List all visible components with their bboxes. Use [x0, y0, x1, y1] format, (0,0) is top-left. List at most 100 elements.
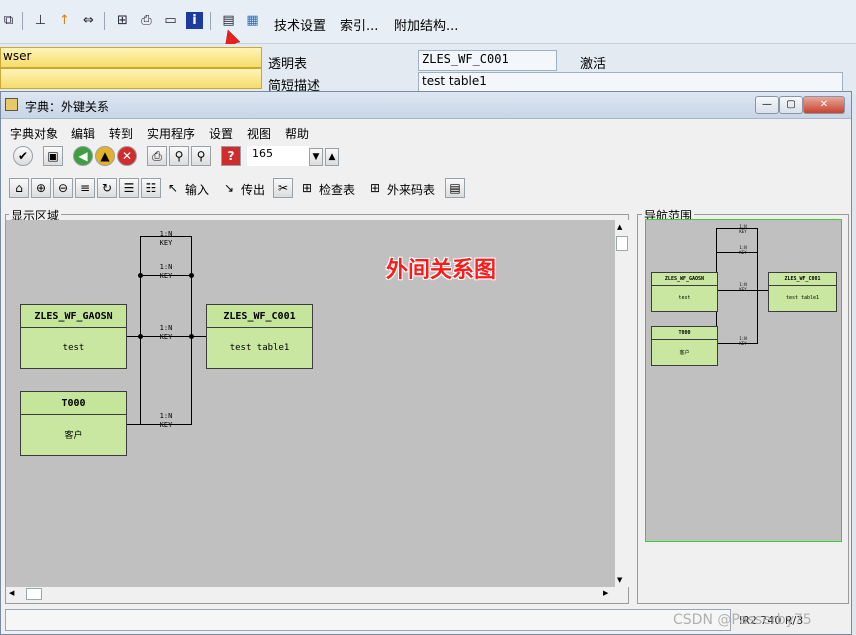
- connector-dot: [189, 273, 194, 278]
- menu-dictionary-object[interactable]: 字典对象: [10, 125, 58, 142]
- relation-label: 1:N KEY: [155, 324, 177, 342]
- relation-label: 1:N KEY: [155, 412, 177, 430]
- minimize-button[interactable]: —: [755, 96, 779, 114]
- back-icon[interactable]: ◀: [73, 146, 93, 166]
- table-node[interactable]: ZLES_WF_GAOSN test: [20, 304, 127, 369]
- relation-key: KEY: [159, 239, 173, 247]
- horizontal-scroll-thumb[interactable]: [26, 588, 42, 600]
- input-arrow-icon[interactable]: ↖: [163, 178, 183, 198]
- close-button[interactable]: ✕: [803, 96, 845, 114]
- output-button-label[interactable]: 传出: [241, 181, 265, 198]
- connector-line: [191, 236, 192, 276]
- table-name-field[interactable]: ZLES_WF_C001: [418, 50, 557, 71]
- check-table-button-label[interactable]: 检查表: [319, 181, 355, 198]
- navigate-icon[interactable]: ⇔: [80, 12, 97, 29]
- info-icon[interactable]: i: [186, 12, 203, 29]
- relation-key: KEY: [159, 421, 173, 429]
- app-toolbar: ⧉ ⊥ ↑ ⇔ ⊞ ⎙ ▭ i ▤ ▦ 技术设置 索引... 附加结构...: [0, 0, 856, 44]
- relation-key: KEY: [739, 287, 747, 292]
- short-desc-field[interactable]: test table1: [418, 72, 843, 93]
- menu-help[interactable]: 帮助: [285, 125, 309, 142]
- connector-trunk: [140, 236, 141, 425]
- relation-card: 1:N: [159, 412, 173, 420]
- foreign-key-table-icon[interactable]: ⊞: [365, 178, 385, 198]
- refresh-icon[interactable]: ↻: [97, 178, 117, 198]
- print-icon[interactable]: ⎙: [147, 146, 167, 166]
- tree-icon[interactable]: ⊞: [114, 12, 131, 29]
- menu-view[interactable]: 视图: [247, 125, 271, 142]
- mini-connector: [757, 228, 758, 343]
- menu-edit[interactable]: 编辑: [71, 125, 95, 142]
- status-bar: IR2 740 R/3 CSDN @Passerby75: [1, 606, 851, 634]
- left-field-1[interactable]: wser: [0, 47, 262, 68]
- dialog-menubar: 字典对象 编辑 转到 实用程序 设置 视图 帮助: [1, 120, 851, 142]
- zoom-input[interactable]: 165: [247, 146, 309, 166]
- table-node-name: ZLES_WF_GAOSN: [21, 305, 126, 328]
- menu-technical-settings[interactable]: 技术设置: [274, 15, 326, 34]
- table-icon[interactable]: ▦: [244, 12, 261, 29]
- details-icon[interactable]: ▤: [445, 178, 465, 198]
- zoom-in-icon[interactable]: ⊕: [31, 178, 51, 198]
- zoom-out-icon[interactable]: ⊖: [53, 178, 73, 198]
- mini-relation-label: 1:N KEY: [737, 245, 749, 255]
- vertical-scrollbar[interactable]: ▲ ▼: [615, 220, 629, 587]
- menu-goto[interactable]: 转到: [109, 125, 133, 142]
- menu-settings[interactable]: 设置: [209, 125, 233, 142]
- layout-icon[interactable]: ≡: [75, 178, 95, 198]
- menu-utilities[interactable]: 实用程序: [147, 125, 195, 142]
- list-icon[interactable]: ☷: [141, 178, 161, 198]
- scroll-left-icon[interactable]: ◀: [9, 589, 14, 597]
- save-icon[interactable]: ▣: [43, 146, 63, 166]
- dialog-toolbar-1: ✔ ▣ ◀ ▲ ✕ ⎙ ⚲ ⚲ ? 165 ▼ ▲: [1, 144, 851, 172]
- dialog-titlebar: 字典：外键关系 — ▢ ✕: [1, 92, 851, 119]
- other-object-icon[interactable]: ⧉: [0, 12, 17, 29]
- where-used-icon[interactable]: ↑: [56, 12, 73, 29]
- toolbar-separator: [104, 12, 105, 30]
- check-table-icon[interactable]: ⊞: [297, 178, 317, 198]
- relation-card: 1:N: [159, 230, 173, 238]
- zoom-up-icon[interactable]: ▲: [325, 148, 339, 166]
- foreign-key-table-button-label[interactable]: 外来码表: [387, 181, 435, 198]
- display-canvas[interactable]: 1:N KEY 1:N KEY 1:N KEY 1:N KEY ZLES_WF_GAOS…: [6, 220, 615, 587]
- cut-icon[interactable]: ✂: [273, 178, 293, 198]
- menu-append-structure[interactable]: 附加结构...: [394, 15, 458, 34]
- legend-icon[interactable]: ☰: [119, 178, 139, 198]
- mini-node-desc: 客户: [679, 349, 690, 356]
- sap-window-icon: [5, 98, 18, 111]
- status-message-field: [5, 609, 731, 631]
- zoom-dropdown-icon[interactable]: ▼: [309, 148, 323, 166]
- output-arrow-icon[interactable]: ↘: [219, 178, 239, 198]
- scroll-down-icon[interactable]: ▼: [617, 576, 622, 584]
- overview-icon[interactable]: ⌂: [9, 178, 29, 198]
- menu-indexes[interactable]: 索引...: [340, 15, 378, 34]
- mini-node-desc: test table1: [785, 295, 820, 301]
- print-icon[interactable]: ⎙: [138, 12, 155, 29]
- dialog-title: 字典：外键关系: [25, 100, 110, 114]
- scroll-right-icon[interactable]: ▶: [603, 589, 608, 597]
- horizontal-scrollbar[interactable]: ◀ ▶: [6, 587, 615, 601]
- maximize-button[interactable]: ▢: [779, 96, 803, 114]
- hierarchy-icon[interactable]: ⊥: [32, 12, 49, 29]
- mini-table-node[interactable]: ZLES_WF_GAOSN test: [651, 272, 718, 312]
- table-node[interactable]: ZLES_WF_C001 test table1: [206, 304, 313, 369]
- exit-icon[interactable]: ▲: [95, 146, 115, 166]
- display-icon[interactable]: ▭: [162, 12, 179, 29]
- connector-dot: [138, 334, 143, 339]
- table-node-desc: test: [62, 342, 85, 353]
- vertical-scroll-thumb[interactable]: [616, 236, 628, 251]
- find-icon[interactable]: ⚲: [169, 146, 189, 166]
- toolbar-separator: [22, 12, 23, 30]
- mini-table-node[interactable]: ZLES_WF_C001 test table1: [768, 272, 837, 312]
- table-node[interactable]: T000 客户: [20, 391, 127, 456]
- check-icon[interactable]: ✔: [13, 146, 33, 166]
- relation-label: 1:N KEY: [155, 263, 177, 281]
- nav-canvas[interactable]: 1:N KEY 1:N KEY 1:N KEY 1:N KEY ZLES_WF_GAOS…: [645, 219, 842, 542]
- left-field-2[interactable]: [0, 68, 262, 89]
- find-next-icon[interactable]: ⚲: [191, 146, 211, 166]
- input-button-label[interactable]: 输入: [185, 181, 209, 198]
- cancel-icon[interactable]: ✕: [117, 146, 137, 166]
- graphic-icon[interactable]: ▤: [220, 12, 237, 29]
- mini-table-node[interactable]: T000 客户: [651, 326, 718, 366]
- scroll-up-icon[interactable]: ▲: [617, 223, 622, 231]
- help-icon[interactable]: ?: [221, 146, 241, 166]
